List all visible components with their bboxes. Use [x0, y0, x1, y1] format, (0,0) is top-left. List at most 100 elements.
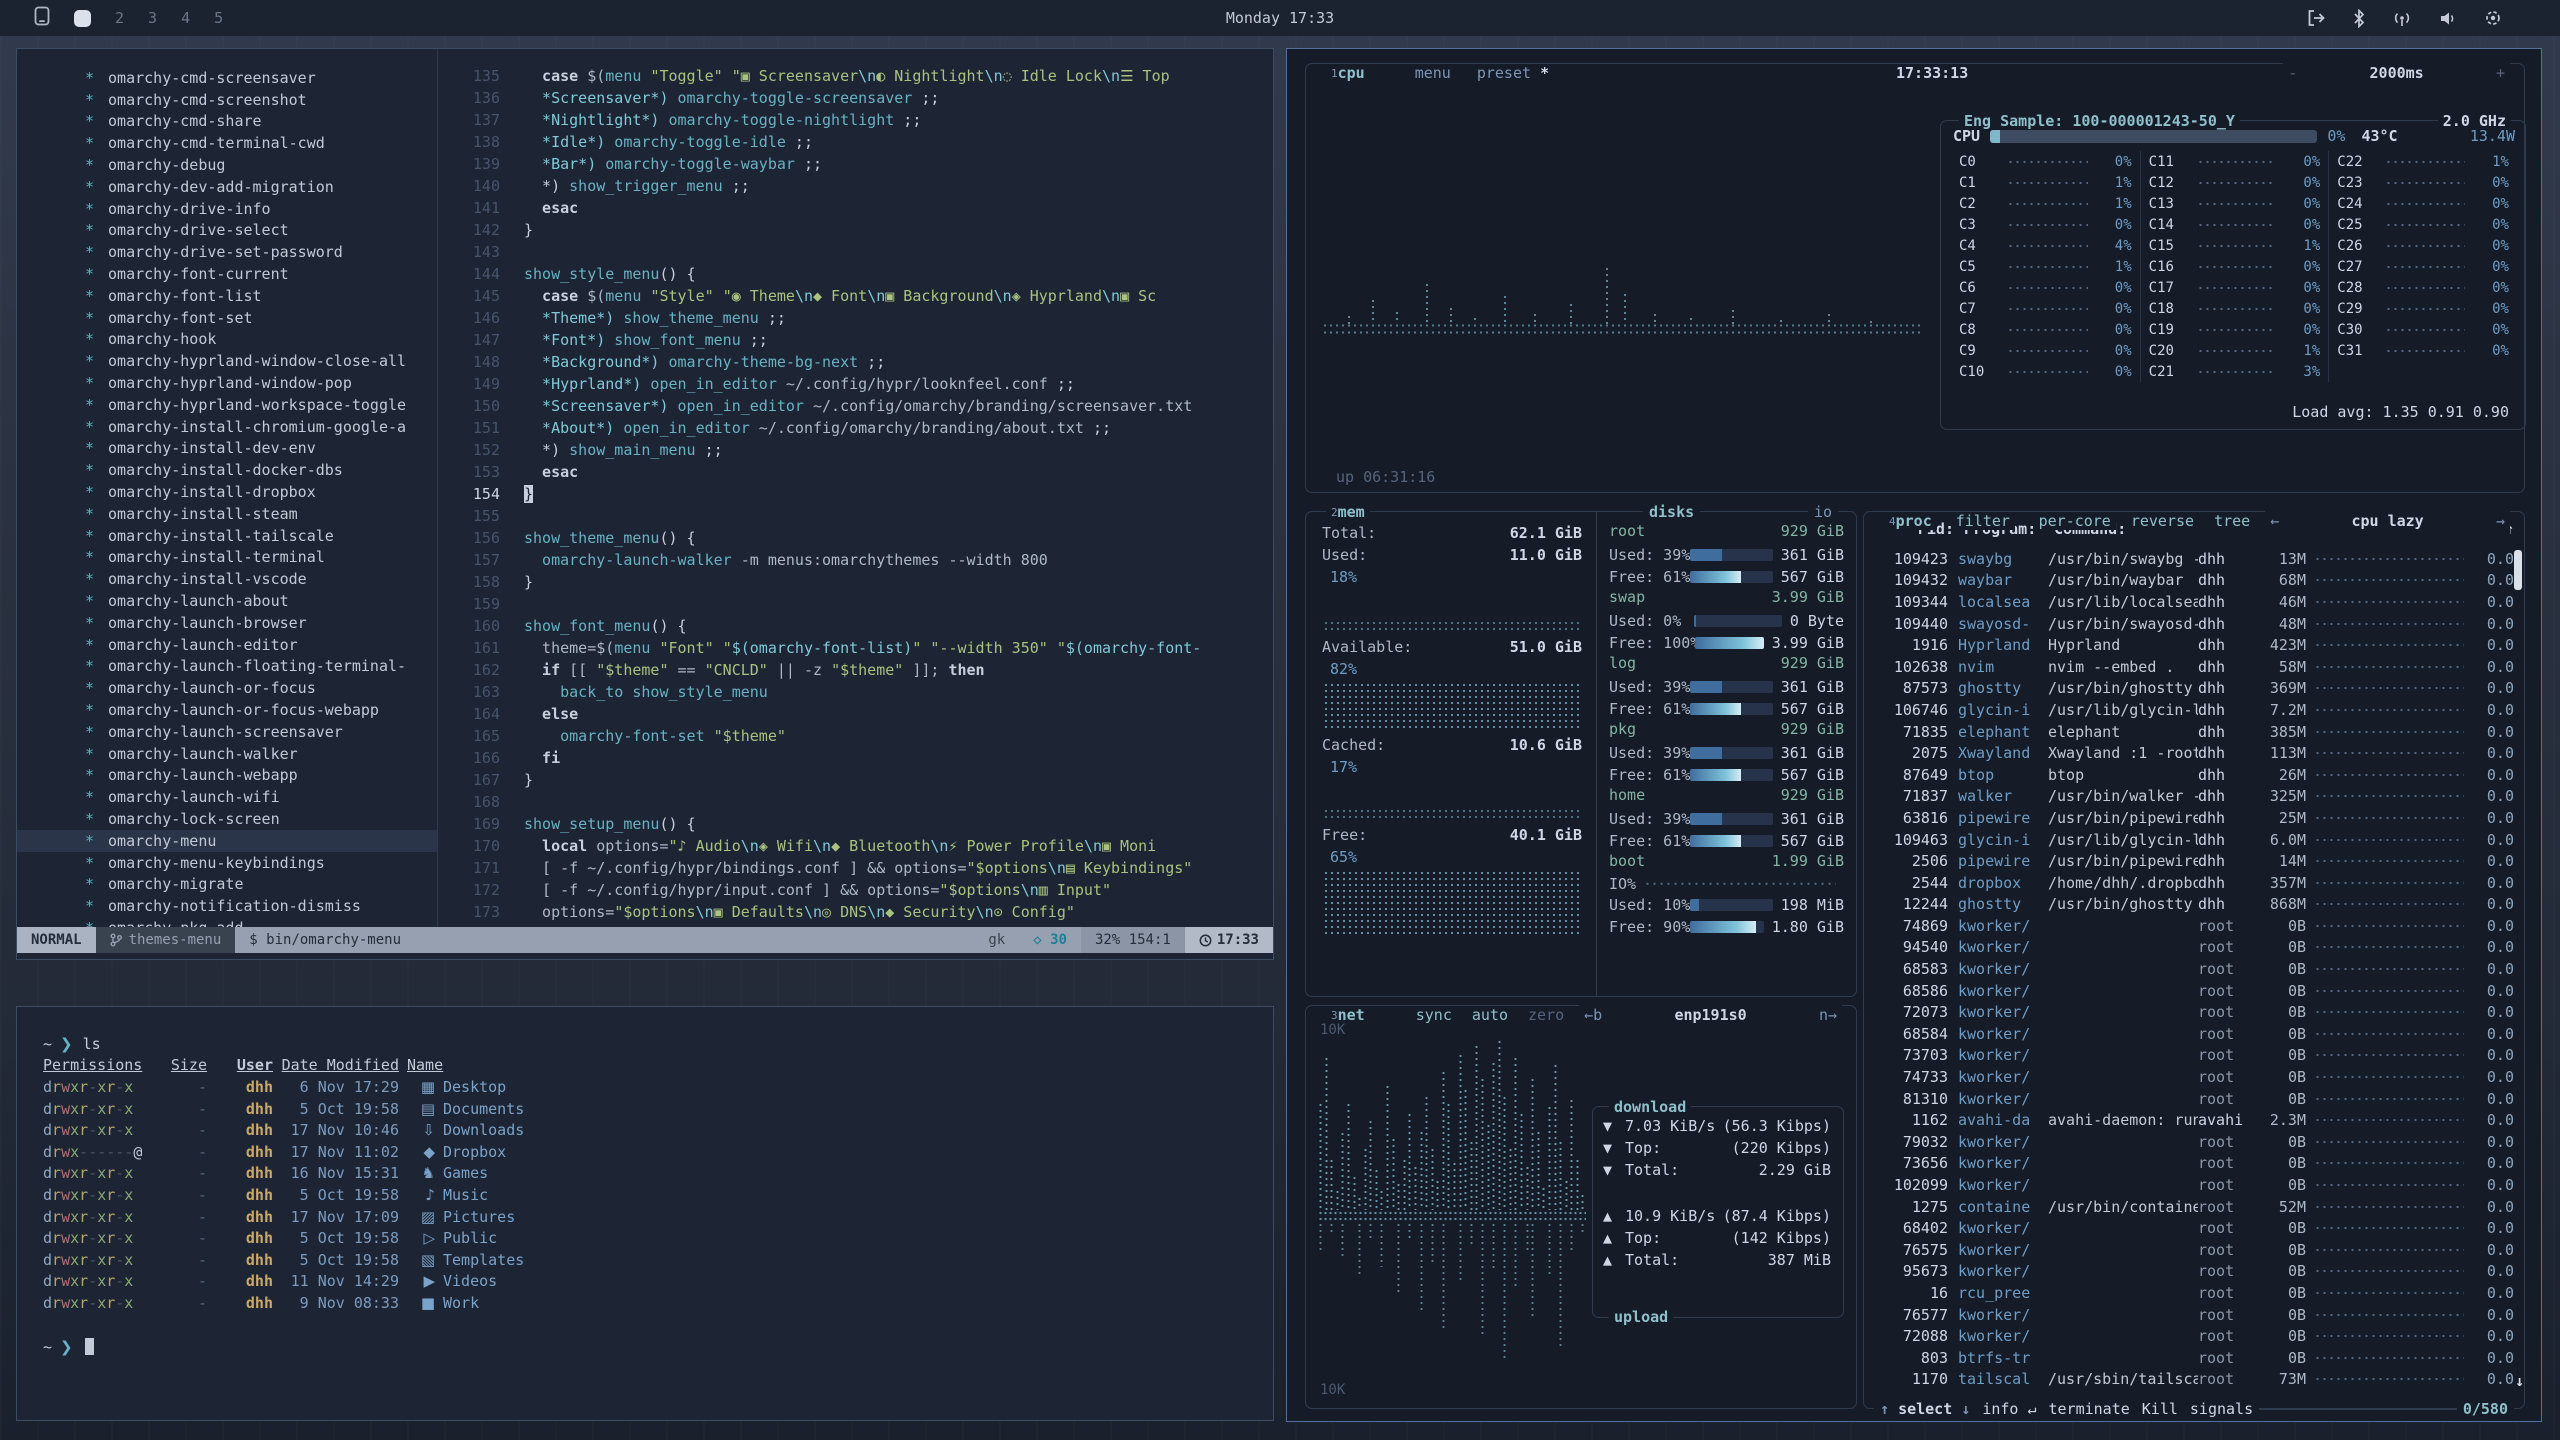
kill-hint[interactable]: Kill	[2136, 1400, 2184, 1418]
process-row[interactable]: 2544dropbox/home/dhh/.dropbox-distdhh357…	[1868, 872, 2520, 894]
iface-prev-button[interactable]: ←b	[1584, 1006, 1602, 1024]
terminal-prompt[interactable]: ~ ❯	[43, 1336, 1273, 1358]
file-list-item[interactable]: *omarchy-font-current	[17, 263, 437, 285]
process-list[interactable]: 109423swaybg/usr/bin/swaybg -i /homdhh13…	[1868, 548, 2520, 1394]
process-row[interactable]: 76577kworker/root0B0.0	[1868, 1304, 2520, 1326]
file-list-item[interactable]: *omarchy-cmd-terminal-cwd	[17, 132, 437, 154]
sort-next-button[interactable]: →	[2496, 512, 2505, 530]
process-row[interactable]: 16rcu_preeroot0B0.0	[1868, 1282, 2520, 1304]
process-row[interactable]: 72073kworker/root0B0.0	[1868, 1001, 2520, 1023]
file-list-item[interactable]: *omarchy-launch-or-focus-webapp	[17, 699, 437, 721]
file-list-item[interactable]: *omarchy-font-set	[17, 307, 437, 329]
process-row[interactable]: 79032kworker/root0B0.0	[1868, 1131, 2520, 1153]
terminate-hint[interactable]: terminate	[2043, 1400, 2136, 1418]
interval-minus-button[interactable]: -	[2288, 64, 2297, 82]
process-row[interactable]: 1916HyprlandHyprlanddhh423M0.0	[1868, 634, 2520, 656]
file-list-item[interactable]: *omarchy-launch-browser	[17, 612, 437, 634]
process-row[interactable]: 109423swaybg/usr/bin/swaybg -i /homdhh13…	[1868, 548, 2520, 570]
process-row[interactable]: 76575kworker/root0B0.0	[1868, 1239, 2520, 1261]
process-row[interactable]: 73703kworker/root0B0.0	[1868, 1045, 2520, 1067]
file-list-item[interactable]: *omarchy-cmd-share	[17, 111, 437, 133]
file-list-pane[interactable]: *omarchy-cmd-screensaver*omarchy-cmd-scr…	[17, 49, 437, 929]
code-pane[interactable]: 135 case $(menu "Toggle" "▣ Screensaver\…	[438, 49, 1273, 929]
process-row[interactable]: 102638nvimnvim --embed .dhh58M0.0	[1868, 656, 2520, 678]
file-list-item[interactable]: *omarchy-drive-set-password	[17, 241, 437, 263]
file-list-item[interactable]: *omarchy-launch-about	[17, 590, 437, 612]
file-list-item[interactable]: *omarchy-install-dev-env	[17, 438, 437, 460]
per-core-button[interactable]: per-core	[2034, 512, 2116, 530]
tree-button[interactable]: tree	[2209, 512, 2255, 530]
process-row[interactable]: 2506pipewire/usr/bin/pipewire-pulsedhh14…	[1868, 850, 2520, 872]
process-row[interactable]: 71837walker/usr/bin/walker --gappldhh325…	[1868, 786, 2520, 808]
file-list-item[interactable]: *omarchy-lock-screen	[17, 808, 437, 830]
process-row[interactable]: 12244ghostty/usr/bin/ghostty --gtk-dhh86…	[1868, 894, 2520, 916]
file-list-item[interactable]: *omarchy-menu-keybindings	[17, 852, 437, 874]
process-row[interactable]: 87649btopbtopdhh26M0.0	[1868, 764, 2520, 786]
file-list-item[interactable]: *omarchy-menu	[17, 830, 437, 852]
file-list-item[interactable]: *omarchy-install-steam	[17, 503, 437, 525]
file-list-item[interactable]: *omarchy-font-list	[17, 285, 437, 307]
process-row[interactable]: 68583kworker/root0B0.0	[1868, 958, 2520, 980]
file-list-item[interactable]: *omarchy-dev-add-migration	[17, 176, 437, 198]
file-list-item[interactable]: *omarchy-hyprland-window-close-all	[17, 350, 437, 372]
proc-scrollbar[interactable]	[2514, 550, 2522, 590]
process-row[interactable]: 71835elephantelephantdhh385M0.0	[1868, 721, 2520, 743]
bluetooth-icon[interactable]	[2353, 9, 2365, 28]
process-row[interactable]: 68584kworker/root0B0.0	[1868, 1023, 2520, 1045]
signals-hint[interactable]: signals	[2184, 1400, 2259, 1418]
file-list-item[interactable]: *omarchy-install-dropbox	[17, 481, 437, 503]
menu-button[interactable]: menu	[1415, 64, 1451, 82]
process-row[interactable]: 1162avahi-daavahi-daemon: running [avahi…	[1868, 1109, 2520, 1131]
file-list-item[interactable]: *omarchy-cmd-screenshot	[17, 89, 437, 111]
process-row[interactable]: 94540kworker/root0B0.0	[1868, 937, 2520, 959]
process-row[interactable]: 63816pipewire/usr/bin/pipewiredhh25M0.0	[1868, 807, 2520, 829]
file-list-item[interactable]: *omarchy-launch-webapp	[17, 765, 437, 787]
file-list-item[interactable]: *omarchy-launch-editor	[17, 634, 437, 656]
file-list-item[interactable]: *omarchy-launch-or-focus	[17, 677, 437, 699]
process-row[interactable]: 109432waybar/usr/bin/waybardhh68M0.0	[1868, 570, 2520, 592]
process-row[interactable]: 87573ghostty/usr/bin/ghostty --gtk-dhh36…	[1868, 678, 2520, 700]
network-icon[interactable]	[2392, 9, 2412, 27]
process-row[interactable]: 73656kworker/root0B0.0	[1868, 1153, 2520, 1175]
info-hint[interactable]: info ↵	[1976, 1400, 2042, 1418]
file-list-item[interactable]: *omarchy-install-terminal	[17, 547, 437, 569]
process-row[interactable]: 803btrfs-trroot0B0.0	[1868, 1347, 2520, 1369]
file-list-item[interactable]: *omarchy-install-tailscale	[17, 525, 437, 547]
process-row[interactable]: 81310kworker/root0B0.0	[1868, 1088, 2520, 1110]
filter-button[interactable]: filter	[1951, 512, 2015, 530]
file-list-item[interactable]: *omarchy-hyprland-window-pop	[17, 372, 437, 394]
file-list-item[interactable]: *omarchy-cmd-screensaver	[17, 67, 437, 89]
process-row[interactable]: 95673kworker/root0B0.0	[1868, 1261, 2520, 1283]
process-row[interactable]: 68402kworker/root0B0.0	[1868, 1217, 2520, 1239]
process-row[interactable]: 109463glycin-i/usr/lib/glycin-loadersdhh…	[1868, 829, 2520, 851]
file-list-item[interactable]: *omarchy-launch-screensaver	[17, 721, 437, 743]
process-row[interactable]: 1170tailscal/usr/sbin/tailscaled --root7…	[1868, 1369, 2520, 1391]
interval-plus-button[interactable]: +	[2496, 64, 2505, 82]
file-list-item[interactable]: *omarchy-launch-wifi	[17, 786, 437, 808]
process-row[interactable]: 68586kworker/root0B0.0	[1868, 980, 2520, 1002]
file-list-item[interactable]: *omarchy-hyprland-workspace-toggle	[17, 394, 437, 416]
file-list-item[interactable]: *omarchy-drive-info	[17, 198, 437, 220]
file-list-item[interactable]: *omarchy-hook	[17, 329, 437, 351]
process-row[interactable]: 74869kworker/root0B0.0	[1868, 915, 2520, 937]
file-list-item[interactable]: *omarchy-drive-select	[17, 220, 437, 242]
file-list-item[interactable]: *omarchy-notification-dismiss	[17, 895, 437, 917]
process-row[interactable]: 109440swayosd-/usr/bin/swayosd-serverdhh…	[1868, 613, 2520, 635]
file-list-item[interactable]: *omarchy-launch-walker	[17, 743, 437, 765]
process-row[interactable]: 109344localsea/usr/lib/localsearch-exdhh…	[1868, 591, 2520, 613]
file-list-item[interactable]: *omarchy-install-vscode	[17, 568, 437, 590]
reverse-button[interactable]: reverse	[2126, 512, 2199, 530]
file-list-item[interactable]: *omarchy-install-docker-dbs	[17, 459, 437, 481]
file-list-item[interactable]: *omarchy-launch-floating-terminal-	[17, 656, 437, 678]
process-row[interactable]: 72088kworker/root0B0.0	[1868, 1325, 2520, 1347]
preset-button[interactable]: preset	[1477, 64, 1531, 82]
terminal-window[interactable]: ~ ❯ ls PermissionsSizeUserDate ModifiedN…	[16, 1006, 1274, 1421]
process-row[interactable]: 2075XwaylandXwayland :1 -rootless -dhh11…	[1868, 742, 2520, 764]
process-row[interactable]: 102099kworker/root0B0.0	[1868, 1174, 2520, 1196]
volume-icon[interactable]	[2439, 10, 2457, 27]
io-tab[interactable]: io	[1808, 503, 1838, 521]
file-list-item[interactable]: *omarchy-install-chromium-google-a	[17, 416, 437, 438]
logout-icon[interactable]	[2307, 9, 2326, 27]
file-list-item[interactable]: *omarchy-migrate	[17, 873, 437, 895]
file-list-item[interactable]: *omarchy-debug	[17, 154, 437, 176]
